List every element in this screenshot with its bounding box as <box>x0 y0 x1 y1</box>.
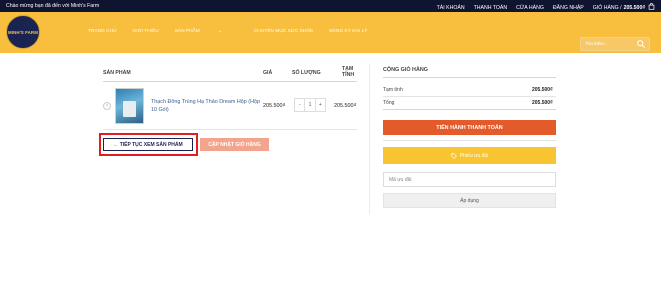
apply-coupon-button[interactable]: Áp dụng <box>383 193 556 208</box>
col-header-product: SẢN PHẨM <box>103 70 131 76</box>
top-links: TÀI KHOẢN THANH TOÁN CỬA HÀNG ĐĂNG NHẬP … <box>428 3 655 12</box>
update-cart-button[interactable]: CẬP NHẬT GIỎ HÀNG <box>200 138 269 151</box>
col-header-subtotal-line2: TÍNH <box>342 72 355 78</box>
total-label: Tổng <box>383 100 395 106</box>
cart-totals-title: CỘNG GIỎ HÀNG <box>383 67 428 73</box>
quantity-input[interactable]: 1 <box>304 99 316 111</box>
product-pack-image <box>123 101 136 117</box>
column-divider <box>369 64 370 214</box>
chevron-down-icon: ⌄ <box>217 29 222 34</box>
totals-title-divider <box>383 77 556 78</box>
nav-item-about[interactable]: GIỚI THIỆU <box>133 29 159 34</box>
logo-text: MINH'S FARM <box>8 29 38 35</box>
shop-link[interactable]: CỬA HÀNG <box>516 5 544 11</box>
search-placeholder: Tìm kiếm... <box>585 41 608 46</box>
total-value: 205.500₫ <box>532 100 553 106</box>
nav-item-health[interactable]: CHUYÊN MỤC SỨC KHỎE <box>254 29 314 34</box>
header-divider <box>103 81 357 82</box>
subtotal-label: Tạm tính <box>383 87 403 93</box>
nav-item-products-label: SẢN PHẨM <box>174 29 200 34</box>
nav-item-home[interactable]: TRANG CHỦ <box>88 29 117 34</box>
remove-item-icon[interactable]: × <box>103 102 111 110</box>
product-name-link[interactable]: Thạch Đông Trùng Hạ Thảo Dream Hộp (Hộp … <box>151 98 263 114</box>
top-bar: Chào mừng bạn đã đến với Minh's Farm TÀI… <box>0 0 661 12</box>
quantity-decrease-button[interactable]: - <box>295 99 304 111</box>
totals-row-divider <box>383 96 556 97</box>
quantity-stepper[interactable]: - 1 + <box>294 98 326 112</box>
proceed-checkout-button[interactable]: TIẾN HÀNH THANH TOÁN <box>383 120 556 135</box>
cart-icon[interactable] <box>648 3 655 12</box>
row-divider <box>103 129 357 130</box>
checkout-link[interactable]: THANH TOÁN <box>474 5 508 11</box>
nav-item-agency[interactable]: ĐĂNG KÝ ĐẠI LÝ <box>329 29 367 34</box>
account-link[interactable]: TÀI KHOẢN <box>437 5 465 11</box>
quantity-increase-button[interactable]: + <box>316 99 325 111</box>
main-nav: TRANG CHỦ GIỚI THIỆU SẢN PHẨM ⌄ CHUYÊN MỤ… <box>88 29 383 34</box>
coupon-code-input[interactable]: Mã ưu đãi <box>383 172 556 187</box>
cart-total[interactable]: 205.500₫ <box>624 5 645 11</box>
nav-item-products[interactable]: SẢN PHẨM ⌄ <box>175 29 238 34</box>
checkout-divider <box>383 140 556 141</box>
tag-icon <box>451 152 457 159</box>
search-box[interactable]: Tìm kiếm... <box>580 37 650 51</box>
welcome-text: Chào mừng bạn đã đến với Minh's Farm <box>6 3 100 9</box>
site-logo[interactable]: MINH'S FARM <box>6 15 40 49</box>
product-subtotal: 205.500₫ <box>334 103 357 109</box>
coupon-button-label: Phiếu ưu đãi <box>459 152 489 159</box>
col-header-quantity: SỐ LƯỢNG <box>292 70 321 76</box>
coupon-toggle-button[interactable]: Phiếu ưu đãi <box>383 147 556 164</box>
site-header: MINH'S FARM TRANG CHỦ GIỚI THIỆU SẢN PHẨ… <box>0 12 661 53</box>
login-link[interactable]: ĐĂNG NHẬP <box>553 5 584 11</box>
cart-link[interactable]: GIỎ HÀNG / <box>593 5 622 11</box>
product-price: 205.500₫ <box>263 103 286 109</box>
highlight-box <box>99 133 198 156</box>
totals-bottom-divider <box>383 109 556 110</box>
coupon-placeholder: Mã ưu đãi <box>389 177 412 183</box>
search-icon[interactable] <box>636 39 646 49</box>
product-thumbnail[interactable] <box>115 88 144 124</box>
subtotal-value: 205.500₫ <box>532 87 553 93</box>
col-header-price: GIÁ <box>263 70 273 76</box>
